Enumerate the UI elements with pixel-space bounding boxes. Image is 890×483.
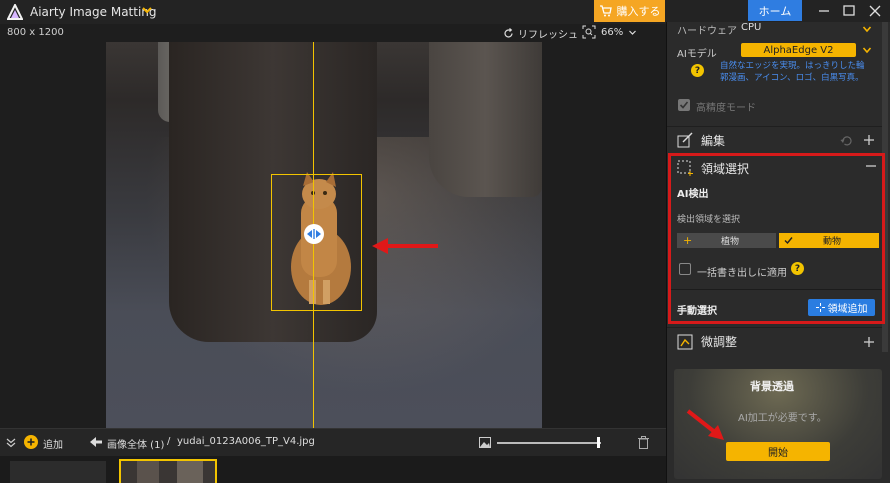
thumbnail[interactable] [10,461,106,483]
hardware-value[interactable]: CPU [741,22,761,33]
help-icon[interactable]: ? [691,64,704,77]
divider [671,289,882,290]
breadcrumb-filename: yudai_0123A006_TP_V4.jpg [177,436,315,447]
app-title: Aiarty Image Matting [30,5,157,19]
close-icon[interactable] [866,3,884,19]
refresh-label: リフレッシュ [518,30,578,41]
double-chevron-down-icon[interactable] [6,438,16,448]
fine-tune-section-header[interactable]: 微調整 [667,327,882,355]
ai-model-label: AIモデル [677,49,717,60]
hq-mode-label: 高精度モード [696,103,756,114]
detect-region-label: 検出領域を選択 [677,215,741,225]
chevron-down-icon[interactable] [141,4,153,16]
help-icon[interactable]: ? [791,262,804,275]
plus-icon[interactable] [863,336,875,348]
crosshair-icon [815,303,825,312]
cart-icon [599,5,612,17]
bg-card-description: AI加工が必要です。 [738,413,827,424]
image-dimensions: 800 x 1200 [7,27,64,38]
edit-label: 編集 [701,134,726,148]
ai-detect-label: AI検出 [677,189,709,200]
home-button[interactable]: ホーム [748,0,802,21]
split-arrows-icon [307,229,321,239]
fine-tune-icon [677,334,693,350]
ai-model-value: AlphaEdge V2 [763,44,834,56]
bg-card-title: 背景透過 [750,380,794,393]
refresh-icon [504,28,513,38]
ai-model-select[interactable]: AlphaEdge V2 [741,43,856,57]
thumbnail-trunk [177,461,203,483]
batch-apply-label: 一括書き出しに適用 [697,268,787,279]
ai-model-description: 自然なエッジを実現。はっきりした輪郭漫画、アイコン、ロゴ、白黒写真。 [720,61,865,83]
trash-icon[interactable] [638,436,649,449]
add-region-button[interactable]: 領域追加 [808,299,875,316]
bottom-toolbar: 追加 画像全体 (1) / yudai_0123A006_TP_V4.jpg [0,428,666,456]
breadcrumb-separator: / [167,436,171,447]
buy-label: 購入する [616,5,661,18]
edit-section-header[interactable]: 編集 [667,126,882,154]
plus-icon[interactable] [863,134,875,146]
thumbnail-size-slider[interactable] [497,442,601,444]
thumbnail-trunk [137,461,159,483]
maximize-icon[interactable] [840,3,858,19]
fine-tune-label: 微調整 [701,335,738,349]
image-icon [479,437,491,448]
animal-chip[interactable]: 動物 [779,233,879,248]
chevron-down-icon[interactable] [862,45,872,55]
batch-apply-checkbox[interactable] [679,263,691,275]
check-icon [679,101,689,109]
zoom-icon [582,25,596,39]
collapse-icon[interactable] [865,160,877,172]
plus-icon: + [683,234,693,247]
plant-chip[interactable]: + 植物 [677,233,776,248]
region-select-icon [677,160,693,176]
region-select-label: 領域選択 [701,162,750,176]
undo-icon[interactable] [840,135,852,147]
thumbnail-selected[interactable] [119,459,217,483]
red-arrow-annotation-icon [372,238,438,254]
tree-trunk [429,42,542,197]
edit-icon [677,132,693,148]
add-label[interactable]: 追加 [43,436,63,451]
app-logo-icon [7,4,23,20]
hardware-label: ハードウェア [677,26,737,37]
add-circle-icon[interactable] [24,435,38,449]
home-label: ホーム [758,4,792,18]
start-label: 開始 [768,448,788,459]
refresh-button[interactable]: リフレッシュ [503,26,578,41]
manual-select-label: 手動選択 [677,306,717,317]
chevron-down-icon [629,30,637,35]
animal-label: 動物 [823,237,842,247]
check-icon [784,237,793,245]
compare-handle[interactable] [304,224,324,244]
hq-mode-checkbox[interactable] [678,99,690,111]
zoom-value: 66% [601,26,624,38]
breadcrumb-all[interactable]: 画像全体 (1) [107,436,164,451]
title-bar: Aiarty Image Matting 購入する ホーム [0,0,890,24]
chevron-down-icon[interactable] [862,24,872,34]
slider-knob[interactable] [597,437,600,448]
zoom-control[interactable]: 66% [582,25,637,39]
buy-button[interactable]: 購入する [594,0,665,22]
minimize-icon[interactable] [815,3,833,19]
thumbnail-strip [0,456,666,483]
start-button[interactable]: 開始 [726,442,830,461]
arrow-left-icon[interactable] [90,437,102,447]
red-arrow-annotation-icon [686,409,724,440]
add-region-label: 領域追加 [827,304,868,315]
plant-label: 植物 [721,237,740,247]
